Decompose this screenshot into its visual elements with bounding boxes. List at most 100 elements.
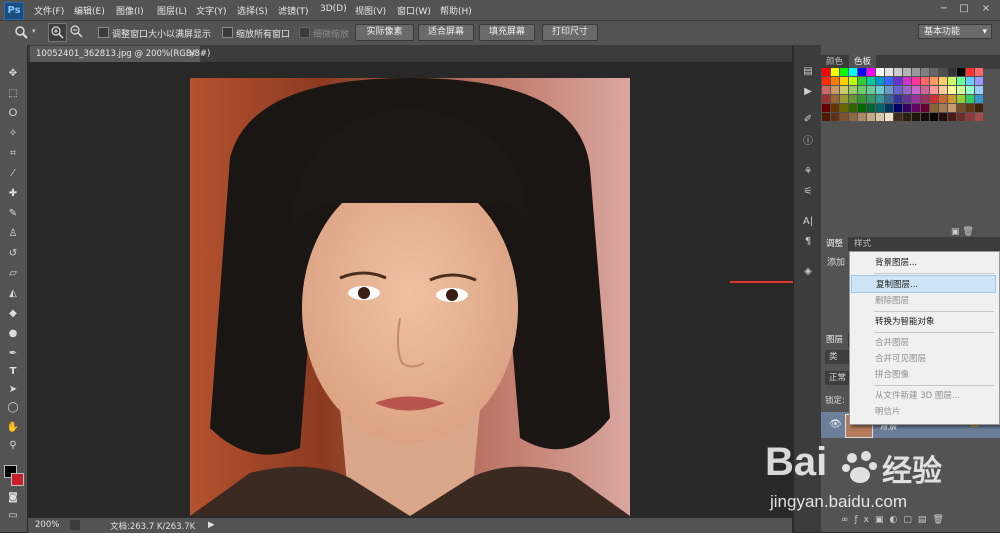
move-tool-icon[interactable]: ✥ (6, 67, 20, 81)
color-swatch[interactable] (858, 95, 866, 103)
color-swatch[interactable] (903, 113, 911, 121)
color-swatch[interactable] (840, 95, 848, 103)
color-swatch[interactable] (975, 77, 983, 85)
layer-visibility-eye-icon[interactable]: 👁 (829, 419, 842, 430)
color-swatch[interactable] (939, 86, 947, 94)
color-swatch[interactable] (885, 95, 893, 103)
color-swatch[interactable] (921, 77, 929, 85)
color-swatch[interactable] (822, 95, 830, 103)
close-window-button[interactable]: × (980, 3, 992, 15)
color-swatch[interactable] (894, 86, 902, 94)
character-panel-icon[interactable]: A| (801, 215, 815, 229)
close-document-icon[interactable]: × (189, 46, 196, 62)
document-tab[interactable]: 10052401_362813.jpg @ 200%(RGB/8#) × (30, 46, 210, 62)
color-swatch[interactable] (930, 113, 938, 121)
history-brush-tool-icon[interactable]: ↺ (6, 247, 20, 261)
color-swatch[interactable] (912, 77, 920, 85)
fit-screen-button[interactable]: 适合屏幕 (418, 24, 474, 41)
zoom-all-checkbox[interactable] (222, 27, 233, 38)
color-swatch[interactable] (894, 77, 902, 85)
color-swatch[interactable] (903, 77, 911, 85)
quick-mask-icon[interactable]: ◙ (6, 491, 20, 505)
tab-styles[interactable]: 样式 (849, 237, 876, 251)
color-swatch[interactable] (831, 113, 839, 121)
color-swatch[interactable] (921, 95, 929, 103)
color-swatch[interactable] (885, 86, 893, 94)
color-swatch[interactable] (948, 77, 956, 85)
color-swatch[interactable] (894, 68, 902, 76)
color-swatch[interactable] (957, 77, 965, 85)
color-swatch[interactable] (822, 77, 830, 85)
color-swatch[interactable] (822, 113, 830, 121)
color-swatch[interactable] (921, 68, 929, 76)
history-panel-icon[interactable]: ▤ (801, 65, 815, 79)
resize-windows-checkbox[interactable] (98, 27, 109, 38)
menu-window[interactable]: 窗口(W) (397, 4, 431, 17)
lasso-tool-icon[interactable]: ⵔ (6, 107, 20, 121)
color-swatch[interactable] (975, 113, 983, 121)
eyedropper-tool-icon[interactable]: ⁄ (6, 167, 20, 181)
path-selection-tool-icon[interactable]: ➤ (6, 383, 20, 397)
dodge-tool-icon[interactable]: ● (6, 327, 20, 341)
color-swatch[interactable] (975, 104, 983, 112)
color-swatch[interactable] (903, 86, 911, 94)
color-swatch[interactable] (849, 77, 857, 85)
color-swatch[interactable] (840, 86, 848, 94)
color-swatch[interactable] (912, 68, 920, 76)
color-swatch[interactable] (930, 104, 938, 112)
zoom-level[interactable]: 200% (35, 520, 59, 530)
brush-panel-icon[interactable]: ✐ (801, 113, 815, 127)
color-swatch[interactable] (831, 95, 839, 103)
zoom-tool-icon[interactable]: ⚲ (6, 439, 20, 453)
screen-mode-icon[interactable]: ▭ (6, 509, 20, 523)
color-swatch[interactable] (849, 68, 857, 76)
menu-edit[interactable]: 编辑(E) (74, 4, 105, 17)
color-swatch[interactable] (840, 68, 848, 76)
menu-item-delete-layer[interactable]: 删除图层 (851, 292, 996, 310)
color-swatch[interactable] (849, 95, 857, 103)
color-swatch[interactable] (939, 95, 947, 103)
color-swatch[interactable] (948, 86, 956, 94)
menu-item-background-layer[interactable]: 背景图层... (851, 254, 996, 272)
color-swatch[interactable] (876, 77, 884, 85)
color-swatch[interactable] (876, 113, 884, 121)
color-swatch[interactable] (921, 104, 929, 112)
zoom-out-icon[interactable] (68, 23, 85, 40)
color-swatch[interactable] (885, 104, 893, 112)
menu-item-flatten-image[interactable]: 拼合图像 (851, 366, 996, 384)
color-swatch[interactable] (939, 68, 947, 76)
color-swatch[interactable] (831, 77, 839, 85)
paint-bucket-tool-icon[interactable]: ◭ (6, 287, 20, 301)
color-swatch[interactable] (966, 86, 974, 94)
pen-tool-icon[interactable]: ✒ (6, 347, 20, 361)
color-swatch[interactable] (912, 86, 920, 94)
status-info-icon[interactable] (70, 520, 80, 530)
menu-3d[interactable]: 3D(D) (320, 4, 347, 14)
color-swatch[interactable] (975, 68, 983, 76)
color-swatch[interactable] (858, 113, 866, 121)
color-swatch[interactable] (975, 86, 983, 94)
color-swatch[interactable] (876, 104, 884, 112)
color-swatch[interactable] (912, 95, 920, 103)
menu-item-duplicate-layer[interactable]: 复制图层... (851, 275, 996, 293)
color-swatch[interactable] (921, 113, 929, 121)
tab-swatches[interactable]: 色板 (849, 55, 877, 69)
color-swatch[interactable] (921, 86, 929, 94)
color-swatch[interactable] (867, 77, 875, 85)
color-swatch[interactable] (867, 95, 875, 103)
tab-adjustments[interactable]: 调整 (821, 237, 849, 251)
color-swatch[interactable] (894, 95, 902, 103)
color-swatch[interactable] (822, 68, 830, 76)
color-swatch[interactable] (930, 95, 938, 103)
color-swatch[interactable] (822, 86, 830, 94)
color-swatch[interactable] (957, 104, 965, 112)
status-menu-arrow-icon[interactable]: ▶ (208, 520, 215, 530)
color-swatch[interactable] (957, 95, 965, 103)
color-swatch[interactable] (867, 113, 875, 121)
color-swatch[interactable] (966, 68, 974, 76)
color-swatch[interactable] (903, 95, 911, 103)
color-swatch[interactable] (939, 113, 947, 121)
menu-file[interactable]: 文件(F) (34, 4, 64, 17)
color-swatch[interactable] (831, 68, 839, 76)
color-swatch[interactable] (858, 68, 866, 76)
